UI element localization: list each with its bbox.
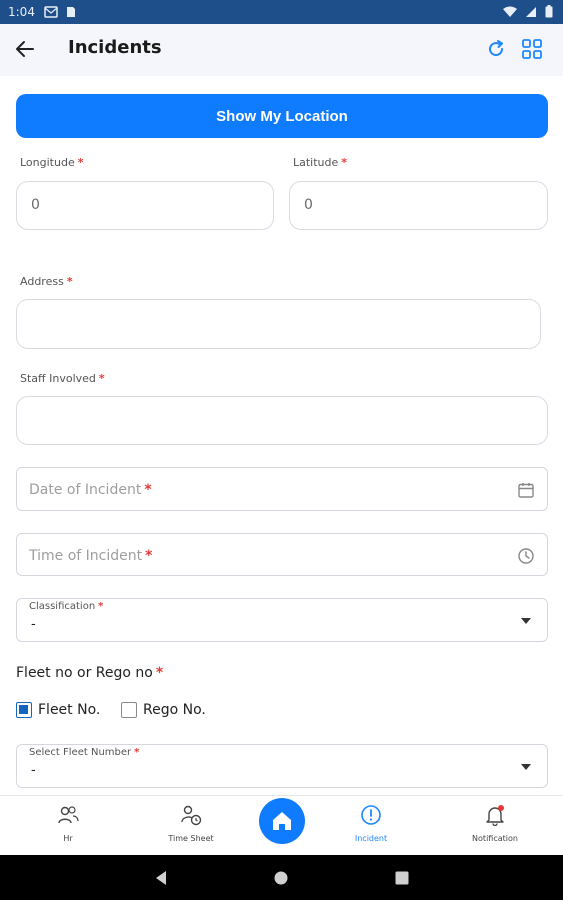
dropdown-caret-icon: [521, 764, 531, 770]
date-of-incident-placeholder: Date of Incident *: [29, 482, 152, 498]
bottom-nav: Hr Time Sheet Incident Notification: [0, 795, 563, 855]
required-mark: *: [155, 665, 164, 681]
message-icon: [44, 6, 58, 18]
system-recents-icon[interactable]: [395, 871, 409, 885]
select-fleet-number-label: Select Fleet Number *: [29, 747, 140, 758]
wifi-icon: [503, 6, 517, 17]
back-arrow-icon[interactable]: [14, 38, 36, 60]
system-home-icon[interactable]: [274, 871, 288, 885]
select-fleet-number[interactable]: Select Fleet Number * -: [16, 744, 548, 788]
nav-label-notification: Notification: [472, 834, 518, 843]
latitude-label: Latitude *: [293, 156, 348, 169]
classification-select[interactable]: Classification * -: [16, 598, 548, 642]
calendar-icon[interactable]: [517, 481, 535, 499]
latitude-value: 0: [304, 197, 313, 213]
required-mark: *: [66, 275, 73, 288]
nav-item-time-sheet[interactable]: Time Sheet: [151, 804, 231, 843]
system-nav-bar: [0, 855, 563, 900]
required-mark: *: [145, 548, 153, 564]
show-my-location-button[interactable]: Show My Location: [16, 94, 548, 138]
classification-value: -: [31, 617, 36, 632]
time-of-incident-placeholder: Time of Incident *: [29, 548, 153, 564]
longitude-value: 0: [31, 197, 40, 213]
staff-involved-field[interactable]: [16, 396, 548, 445]
status-bar: 1:04: [0, 0, 563, 24]
page-title: Incidents: [68, 37, 162, 58]
staff-involved-label: Staff Involved *: [20, 372, 105, 385]
date-of-incident-field[interactable]: Date of Incident *: [16, 467, 548, 511]
latitude-field[interactable]: 0: [289, 181, 548, 230]
battery-icon: [545, 5, 553, 18]
nav-label-incident: Incident: [354, 834, 388, 843]
required-mark: *: [98, 372, 105, 385]
fleet-no-label[interactable]: Fleet No.: [38, 702, 100, 718]
status-time: 1:04: [8, 5, 35, 19]
bell-icon: [486, 805, 504, 826]
home-icon: [273, 812, 291, 830]
alert-circle-icon: [361, 805, 381, 825]
required-mark: *: [144, 482, 152, 498]
fleet-or-rego-title: Fleet no or Rego no *: [16, 665, 164, 681]
time-of-incident-field[interactable]: Time of Incident *: [16, 533, 548, 576]
nav-label-time-sheet: Time Sheet: [168, 834, 214, 843]
timesheet-icon: [181, 805, 202, 826]
nav-item-notification[interactable]: Notification: [455, 804, 535, 843]
home-button[interactable]: [259, 798, 305, 844]
rego-no-label[interactable]: Rego No.: [143, 702, 206, 718]
fleet-no-checkbox[interactable]: [16, 702, 32, 718]
clock-icon[interactable]: [517, 547, 535, 565]
people-icon: [58, 806, 79, 824]
app-bar: Incidents: [0, 24, 563, 76]
classification-label: Classification *: [29, 601, 104, 612]
refresh-icon[interactable]: [485, 38, 507, 60]
address-field[interactable]: [16, 299, 541, 349]
sim-icon: [67, 7, 75, 17]
longitude-label: Longitude *: [20, 156, 84, 169]
address-label: Address *: [20, 275, 73, 288]
grid-icon[interactable]: [521, 38, 543, 60]
dropdown-caret-icon: [521, 618, 531, 624]
required-mark: *: [341, 156, 348, 169]
system-back-icon[interactable]: [154, 870, 168, 886]
longitude-field[interactable]: 0: [16, 181, 274, 230]
rego-no-checkbox[interactable]: [121, 702, 137, 718]
required-mark: *: [77, 156, 84, 169]
required-mark: *: [98, 601, 104, 612]
status-icons: [503, 5, 553, 18]
signal-icon: [526, 6, 536, 17]
nav-label-hr: Hr: [63, 834, 73, 843]
nav-item-hr[interactable]: Hr: [28, 804, 108, 843]
select-fleet-number-value: -: [31, 763, 36, 778]
nav-item-incident[interactable]: Incident: [331, 804, 411, 843]
required-mark: *: [134, 747, 140, 758]
